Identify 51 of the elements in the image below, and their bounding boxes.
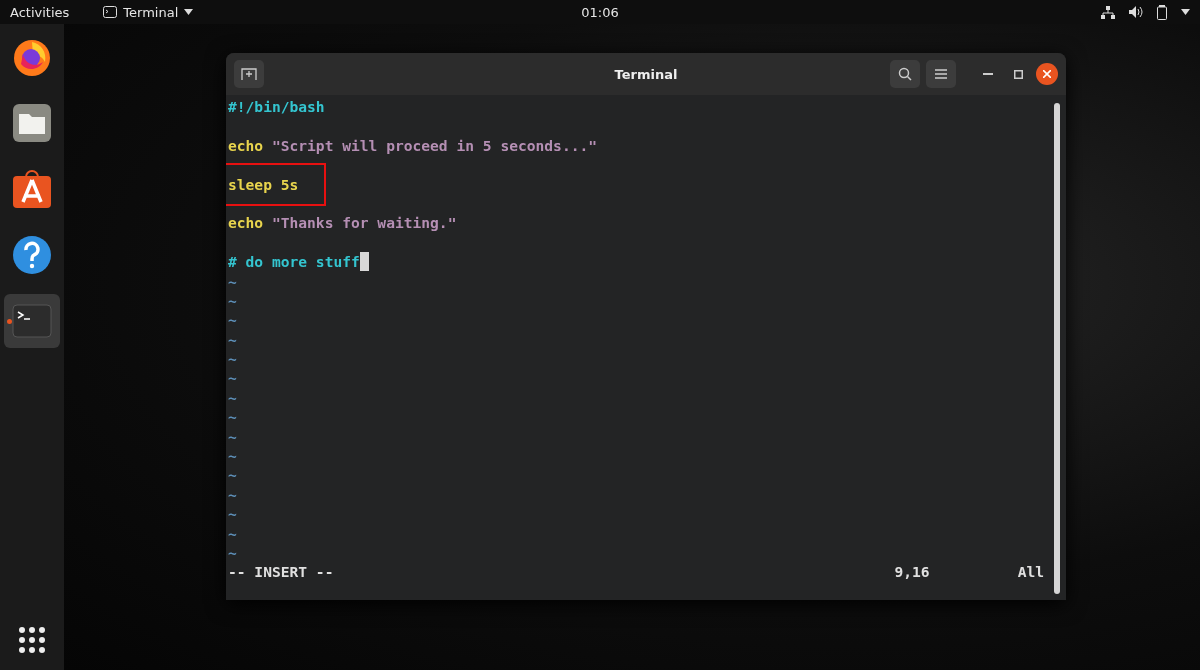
scrollbar[interactable] (1054, 103, 1060, 594)
new-tab-button[interactable] (234, 60, 264, 88)
empty-line-marker: ~ (228, 387, 237, 408)
empty-line-marker: ~ (228, 426, 237, 447)
empty-line-marker: ~ (228, 329, 237, 350)
empty-line-marker: ~ (228, 504, 237, 524)
empty-line-marker: ~ (228, 446, 237, 466)
empty-line-marker: ~ (228, 407, 237, 427)
caret-icon[interactable] (1181, 9, 1190, 15)
caret-icon (184, 9, 194, 15)
network-icon[interactable] (1101, 5, 1115, 19)
window-title: Terminal (614, 66, 678, 82)
maximize-icon (1013, 69, 1023, 79)
close-icon (1043, 70, 1051, 78)
terminal-icon (103, 6, 118, 18)
empty-line-marker: ~ (228, 465, 237, 485)
empty-line-marker: ~ (228, 290, 237, 311)
menu-button[interactable] (926, 60, 956, 88)
code-token: # do more stuff (228, 252, 360, 272)
code-token: sleep 5s (228, 174, 299, 194)
folder-icon (12, 103, 52, 143)
shopping-bag-icon (12, 169, 52, 209)
volume-icon[interactable] (1129, 6, 1143, 18)
app-menu[interactable]: Terminal (103, 4, 194, 20)
search-button[interactable] (890, 60, 920, 88)
close-button[interactable] (1036, 63, 1058, 85)
empty-line-marker: ~ (228, 523, 237, 543)
empty-line-marker: ~ (228, 543, 237, 563)
activities-button[interactable]: Activities (10, 4, 70, 20)
terminal-icon (12, 304, 52, 338)
code-token: echo (228, 213, 264, 233)
empty-line-marker: ~ (228, 349, 237, 369)
search-icon (898, 67, 912, 81)
empty-line-marker: ~ (228, 310, 237, 330)
code-token: "Thanks for waiting." (271, 213, 457, 233)
minimize-icon (983, 73, 993, 75)
help-icon (12, 235, 52, 275)
code-token: #!/bin/bash (228, 97, 325, 117)
empty-line-marker: ~ (228, 368, 237, 388)
code-token: echo (228, 135, 264, 156)
empty-line-marker: ~ (228, 484, 237, 505)
app-grid-icon[interactable] (18, 626, 46, 654)
empty-line-marker: ~ (228, 271, 237, 291)
clock[interactable]: 01:06 (581, 4, 619, 20)
menu-icon (935, 69, 947, 79)
new-tab-icon (241, 67, 257, 81)
battery-icon[interactable] (1157, 4, 1167, 20)
mode-indicator: -- INSERT -- (228, 562, 334, 583)
code-token: "Script will proceed in 5 seconds..." (271, 135, 598, 156)
cursor-position: 9,16 (894, 562, 930, 583)
scroll-position: All (1017, 562, 1044, 583)
